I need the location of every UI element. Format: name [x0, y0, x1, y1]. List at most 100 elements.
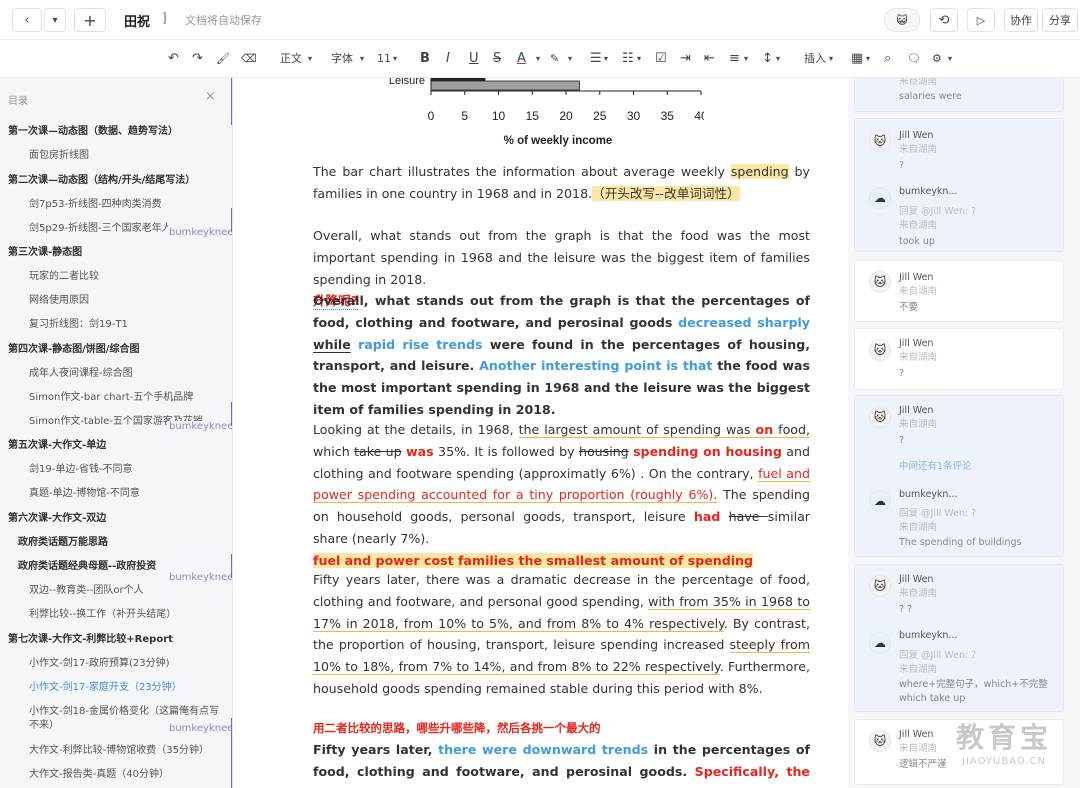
user-avatar[interactable]: 😺: [884, 8, 920, 32]
paragraph-style-select[interactable]: 正文: [280, 51, 302, 67]
align-icon[interactable]: ≡: [729, 51, 740, 67]
comment-card[interactable]: 🐱 Jill Wen 来自湖南 ? ? ☁ bumkeykn... 回复 @Ji…: [854, 564, 1064, 712]
toc-item[interactable]: Simon作文-bar chart-五个手机品牌: [29, 391, 193, 405]
back-button[interactable]: ‹: [12, 8, 42, 32]
chevron-down-icon: ▾: [948, 54, 953, 63]
clear-format-icon[interactable]: ⌫: [241, 51, 257, 67]
toc-item[interactable]: 第七次课-大作文-利弊比较+Report: [8, 633, 173, 647]
paragraph-teacher-note[interactable]: 用二者比较的思路，哪些升哪些降，然后各挑一个最大的: [313, 720, 810, 736]
toc-item[interactable]: 第四次课-静态图/饼图/综合图: [8, 343, 139, 357]
cat-avatar-icon: 🐱: [869, 339, 891, 361]
underline-button[interactable]: U: [469, 51, 479, 67]
format-painter-icon[interactable]: 🖌: [216, 51, 230, 67]
toc-header: 目录: [8, 96, 28, 107]
toc-item[interactable]: 玩家的二者比较: [29, 270, 99, 284]
toc-item[interactable]: 双边--教育类--团队or个人: [29, 584, 144, 598]
toc-item[interactable]: 大作文-报告类-真题（40分钟）: [29, 768, 169, 782]
expand-comments-link[interactable]: 中间还有1条评论: [899, 460, 972, 473]
cat-avatar-icon: 🐱: [869, 730, 891, 752]
toc-item[interactable]: 剑5p29-折线图-三个国家老年人: [29, 222, 172, 236]
chevron-down-icon: ▾: [536, 54, 541, 63]
comment-icon[interactable]: 🗨: [907, 51, 921, 67]
cat-avatar-icon: 🐱: [869, 575, 891, 597]
toc-item[interactable]: 利弊比较--换工作（补开头结尾）: [29, 608, 176, 622]
table-icon[interactable]: ▦: [851, 51, 863, 67]
x-tick-label: 25: [593, 109, 607, 123]
toc-item[interactable]: 政府类话题经典母题--政府投资: [18, 560, 156, 574]
comment-card[interactable]: 🐱 Jill Wen 来自湖南 ? 中间还有1条评论 ☁ bumkeykn...…: [854, 395, 1064, 557]
toc-item[interactable]: 第一次课—动态图（数据、趋势写法）: [8, 125, 178, 139]
chevron-down-icon: ▾: [866, 54, 871, 63]
comment-card[interactable]: 来自湖南 salaries were: [854, 78, 1064, 112]
toc-item[interactable]: 面包房折线图: [29, 149, 89, 163]
font-size-select[interactable]: 11: [377, 51, 391, 67]
toc-item-active[interactable]: 小作文-剑17-家庭开支（23分钟）: [29, 681, 182, 695]
chevron-down-icon: ▾: [568, 54, 573, 63]
settings-icon[interactable]: ⚙: [932, 51, 942, 67]
comment-card[interactable]: 🐱 Jill Wen 来自湖南 ? ☁ bumkeykn... 回复 @Jill…: [854, 118, 1064, 252]
chevron-down-icon: ▾: [776, 54, 781, 63]
autosave-status: 文档将自动保存: [185, 14, 262, 27]
collab-cursor-bar: [231, 554, 232, 578]
chevron-down-icon: ▾: [360, 54, 365, 63]
chevron-left-icon: ‹: [24, 12, 30, 28]
paragraph-overview-revised[interactable]: Overall, what stands out from the graph …: [313, 290, 810, 421]
toc-item[interactable]: 第六次课-大作文-双边: [8, 512, 106, 526]
toc-item[interactable]: 政府类话题万能思路: [18, 536, 108, 550]
paragraph-revised-details[interactable]: Fifty years later, there were downward t…: [313, 739, 810, 788]
top-bar: ‹ ▾ + 田祝 ] 文档将自动保存 😺 ⟲ ▷ 协作 分享: [0, 0, 1080, 40]
toc-item[interactable]: 成年人夜间课程-综合图: [29, 367, 133, 381]
ordered-list-icon[interactable]: ☰: [590, 51, 602, 67]
comment-card[interactable]: 🐱 Jill Wen 来自湖南 不要: [854, 260, 1064, 322]
doc-title[interactable]: 田祝: [124, 11, 150, 30]
new-doc-button[interactable]: +: [74, 8, 106, 32]
strikethrough-button[interactable]: S: [493, 51, 501, 67]
toc-item[interactable]: 真题-单边-博物馆-不同意: [29, 487, 140, 501]
toc-item[interactable]: 小作文-剑17-政府预算(23分钟): [29, 657, 169, 671]
toc-item[interactable]: 第二次课—动态图（结构/开头/结尾写法）: [8, 174, 195, 188]
font-family-select[interactable]: 字体: [331, 51, 353, 67]
indent-icon[interactable]: ⇥: [680, 51, 691, 67]
insert-menu[interactable]: 插入: [804, 51, 826, 67]
paragraph-details-1968[interactable]: Looking at the details, in 1968, the lar…: [313, 419, 810, 572]
font-color-button[interactable]: A: [517, 51, 526, 67]
paragraph-intro[interactable]: The bar chart illustrates the informatio…: [313, 161, 810, 205]
cloud-avatar-icon: ☁: [869, 632, 891, 654]
italic-button[interactable]: I: [446, 51, 450, 67]
redo-icon[interactable]: ↷: [192, 51, 203, 67]
bold-button[interactable]: B: [420, 51, 430, 67]
toc-item[interactable]: 第五次课-大作文-单边: [8, 439, 106, 453]
toc-item[interactable]: 第三次课-静态图: [8, 246, 82, 260]
share-button[interactable]: 分享: [1042, 8, 1078, 32]
cat-avatar-icon: 😺: [896, 13, 908, 27]
outdent-icon[interactable]: ⇤: [704, 51, 715, 67]
toc-item[interactable]: 网络使用原因: [29, 294, 89, 308]
document-canvas[interactable]: Leisure 0 5 10 15 20 25 30 35 40 % of weekly incom…: [234, 78, 848, 788]
undo-icon[interactable]: ↶: [168, 51, 179, 67]
highlight-icon[interactable]: ✎: [550, 51, 559, 67]
collab-button[interactable]: 协作: [1004, 8, 1038, 32]
toc-item[interactable]: 剑19-单边-省钱-不同意: [29, 463, 133, 477]
close-icon[interactable]: ×: [205, 89, 216, 104]
toc-item[interactable]: 大作文-利弊比较-博物馆收费（35分钟）: [29, 744, 209, 758]
chevron-down-icon: ▾: [637, 54, 642, 63]
checklist-icon[interactable]: ☑: [655, 51, 667, 67]
paragraph-details-2018[interactable]: Fifty years later, there was a dramatic …: [313, 569, 810, 700]
toc-item[interactable]: 剑7p53-折线图-四种肉类消费: [29, 198, 162, 212]
x-tick-label: 0: [428, 109, 435, 123]
comment-card[interactable]: 🐱 Jill Wen 来自湖南 ?: [854, 328, 1064, 390]
find-icon[interactable]: ⌕: [884, 51, 891, 67]
title-suffix: ]: [162, 11, 167, 25]
x-tick-label: 5: [461, 109, 468, 123]
bar: [430, 78, 486, 82]
history-button[interactable]: ⟲: [930, 8, 958, 32]
collab-cursor-bar: [231, 402, 232, 426]
line-height-icon[interactable]: ↕: [762, 51, 773, 67]
nav-menu-button[interactable]: ▾: [44, 8, 66, 32]
collab-cursor-bar: [231, 78, 232, 125]
bullet-list-icon[interactable]: ☷: [622, 51, 634, 67]
toc-item[interactable]: 复习折线图：剑19-T1: [29, 318, 128, 332]
category-label: Leisure: [389, 78, 425, 87]
chevron-down-icon: ▾: [308, 54, 313, 63]
present-button[interactable]: ▷: [967, 8, 995, 32]
